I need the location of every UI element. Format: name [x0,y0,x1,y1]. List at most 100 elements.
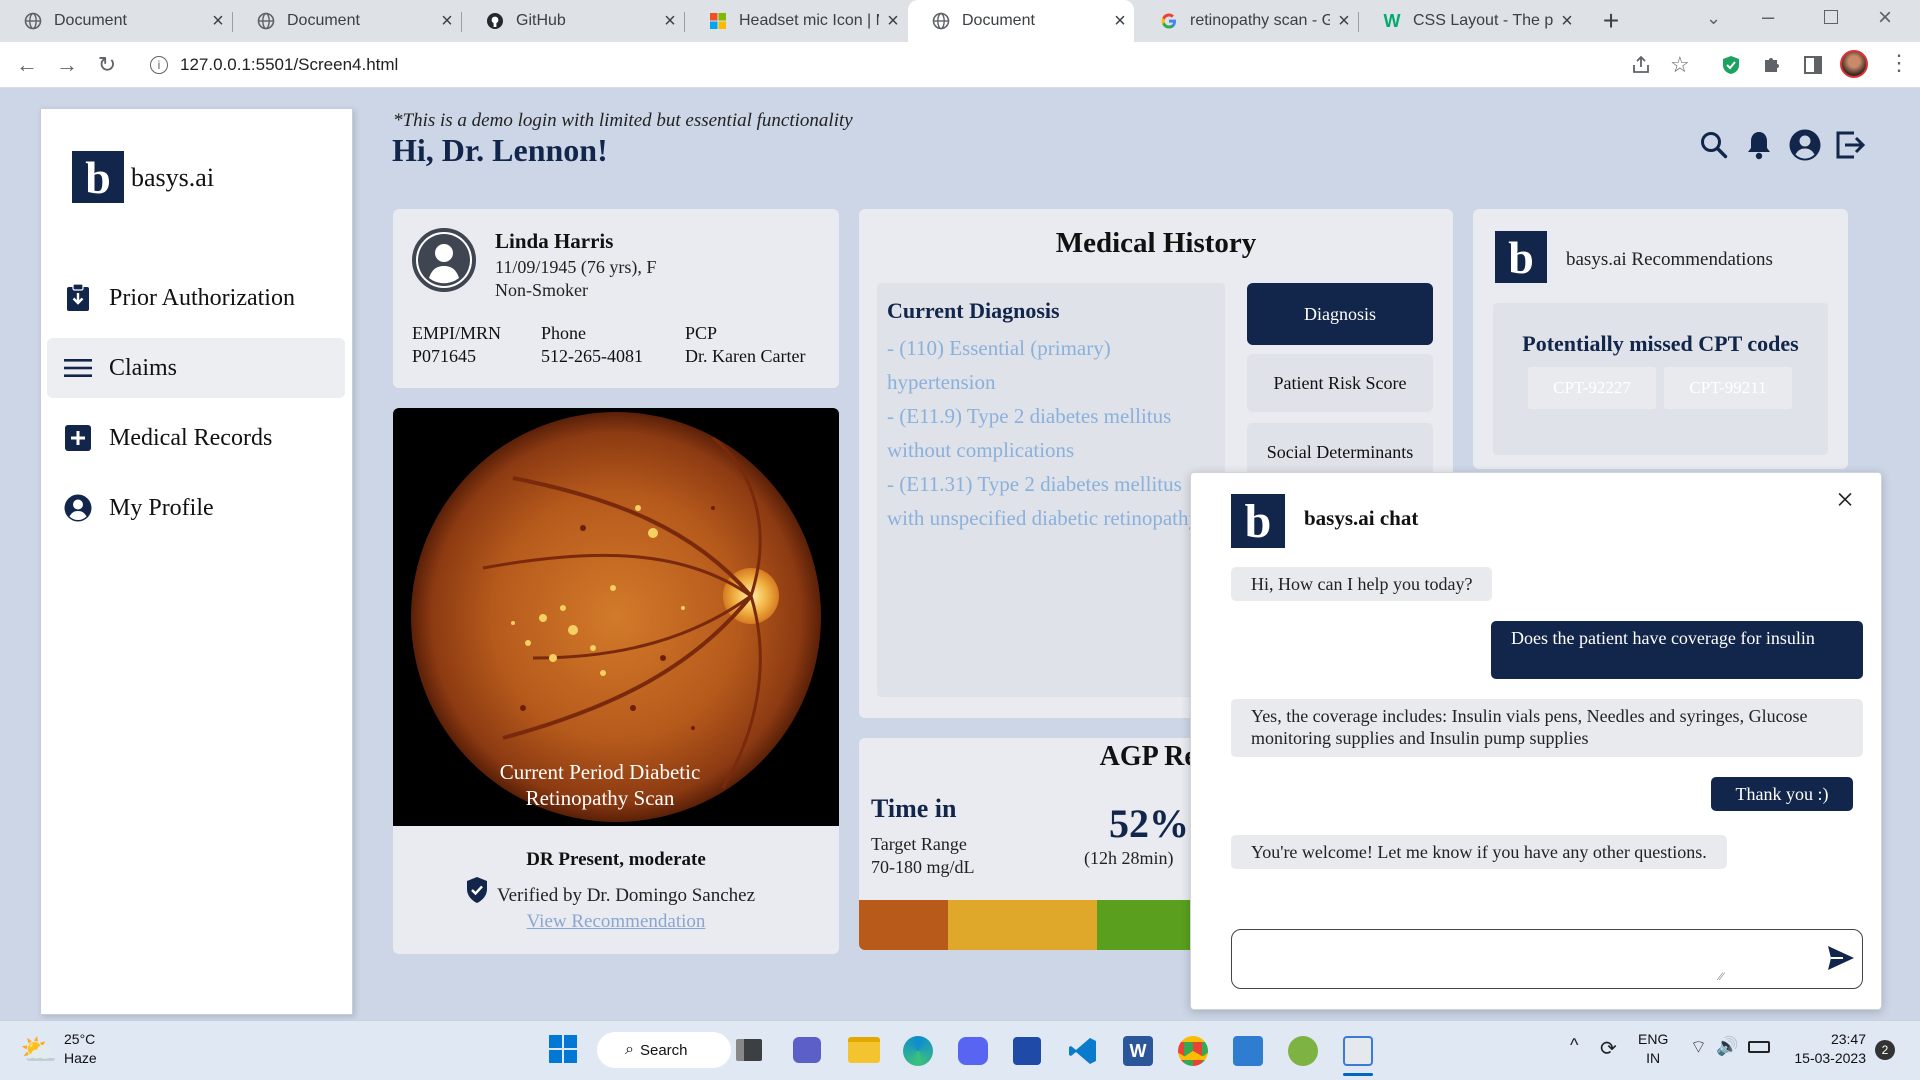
logout-icon[interactable] [1834,130,1866,160]
taskbar-search-box[interactable]: ⌕ Search [597,1032,731,1068]
new-tab-icon[interactable]: + [1596,6,1626,36]
back-icon[interactable]: ← [12,50,42,80]
tab-title: CSS Layout - The posi... [1413,12,1553,29]
scan-caption-line1: Current Period Diabetic [499,760,701,784]
sidebar-item-my-profile[interactable]: My Profile [47,478,345,538]
teams-chat-icon[interactable] [793,1037,821,1063]
language-indicator[interactable]: ENG IN [1638,1030,1668,1068]
reload-icon[interactable]: ↻ [92,50,122,80]
profile-avatar[interactable] [1840,50,1868,78]
taskbar-search-label: Search [639,1041,688,1059]
menu-icon [63,353,93,383]
shield-extension-icon[interactable] [1720,54,1742,76]
patient-smoking-status: Non-Smoker [495,280,588,300]
maximize-icon[interactable] [1824,10,1838,24]
tab-patient-risk-score[interactable]: Patient Risk Score [1247,354,1433,412]
phone-value: 512-265-4081 [541,346,643,366]
chrome-icon[interactable] [1178,1036,1208,1066]
info-icon[interactable]: i [150,56,168,74]
pcp-value: Dr. Karen Carter [685,346,806,366]
edge-browser-icon[interactable] [903,1036,933,1066]
agp-range-value: 70-180 mg/dL [871,857,975,877]
browser-tab[interactable]: Headset mic Icon | M... × [685,0,907,42]
task-view-icon[interactable] [736,1039,762,1061]
windows-start-icon[interactable] [548,1034,578,1064]
puzzle-extensions-icon[interactable] [1762,54,1782,74]
page-title: Hi, Dr. Lennon! [392,132,608,168]
snipping-tool-icon[interactable] [1343,1036,1373,1066]
bell-icon[interactable] [1746,130,1772,160]
current-diagnosis-heading: Current Diagnosis [887,298,1060,323]
tab-title: Document [54,12,127,29]
volume-icon[interactable]: 🔊 [1716,1036,1738,1057]
side-panel-icon[interactable] [1804,56,1822,74]
sync-icon[interactable]: ⟳ [1600,1036,1617,1061]
brand-logo: b [72,151,124,203]
browser-tab[interactable]: Document × [233,0,461,42]
medical-history-title: Medical History [1055,227,1257,259]
chat-message-user: Does the patient have coverage for insul… [1491,621,1863,679]
recommendations-card: b basys.ai Recommendations Potentially m… [1473,209,1848,469]
store-icon[interactable] [1013,1037,1041,1065]
chat-input[interactable] [1231,929,1863,989]
search-icon[interactable] [1700,131,1728,159]
vscode-icon[interactable] [1068,1036,1098,1066]
close-tab-icon[interactable]: × [879,10,907,33]
sidebar-item-prior-authorization[interactable]: Prior Authorization [47,268,345,328]
photos-icon[interactable] [1233,1036,1263,1066]
tab-search-chevron-icon[interactable]: ⌄ [1706,8,1721,29]
close-tab-icon[interactable]: × [656,10,684,33]
sidebar-item-medical-records[interactable]: Medical Records [47,408,345,468]
chat-logo: b [1231,494,1285,548]
send-icon[interactable] [1827,945,1855,971]
minimize-icon[interactable]: – [1762,4,1774,30]
word-icon[interactable]: W [1123,1036,1153,1066]
resize-handle-icon[interactable]: ⁄⁄ [1719,969,1723,984]
browser-tab-active[interactable]: Document × [908,0,1134,42]
wifi-icon[interactable]: ⌔ [1690,1036,1707,1059]
app-icon[interactable] [1288,1036,1318,1066]
close-tab-icon[interactable]: × [1553,10,1581,33]
patient-name: Linda Harris [495,229,614,253]
close-tab-icon[interactable]: × [1330,10,1358,33]
bookmark-star-icon[interactable]: ☆ [1670,52,1690,78]
browser-tab[interactable]: Document × [0,0,232,42]
chat-close-icon[interactable]: × [1836,483,1854,515]
view-recommendation-link[interactable]: View Recommendation [393,911,839,933]
tab-diagnosis[interactable]: Diagnosis [1247,283,1433,345]
diagnosis-list: - (110) Essential (primary) hypertension… [887,331,1207,535]
close-tab-icon[interactable]: × [1106,10,1134,33]
share-icon[interactable] [1630,54,1652,76]
file-explorer-icon[interactable] [848,1037,880,1063]
sidebar-item-claims[interactable]: Claims [47,338,345,398]
close-tab-icon[interactable]: × [204,10,232,33]
cpt-code-chip[interactable]: CPT-92227 [1528,367,1656,409]
browser-tab[interactable]: GitHub × [462,0,684,42]
w3schools-icon: W [1383,10,1401,31]
brand-logo: b [1495,231,1547,283]
window-close-icon[interactable]: × [1878,4,1892,32]
browser-tab[interactable]: retinopathy scan - Go... × [1136,0,1358,42]
sidebar-item-label: Claims [109,354,178,381]
sidebar-item-label: Prior Authorization [109,284,295,311]
chat-title: basys.ai chat [1304,506,1419,530]
browser-menu-icon[interactable]: ⋮ [1888,50,1910,76]
forward-icon[interactable]: → [52,50,82,80]
sidebar-item-label: Medical Records [109,424,273,451]
browser-tab[interactable]: W CSS Layout - The posi... × [1359,0,1581,42]
brand-name: basys.ai [131,163,215,192]
close-tab-icon[interactable]: × [433,10,461,33]
account-circle-icon[interactable] [1789,129,1821,161]
discord-icon[interactable] [958,1037,988,1065]
clock-time: 23:47 [1830,1031,1866,1047]
chat-message-user: Thank you :) [1711,777,1853,811]
address-bar[interactable]: i 127.0.0.1:5501/Screen4.html [136,47,1636,83]
weather-widget[interactable]: 25°C Haze [64,1030,97,1068]
show-hidden-icons-chevron[interactable]: ^ [1570,1035,1578,1056]
notification-badge[interactable]: 2 [1875,1040,1895,1060]
clock[interactable]: 23:47 15-03-2023 [1786,1030,1866,1068]
clipboard-download-icon [63,283,93,313]
battery-icon[interactable] [1748,1041,1770,1053]
chat-message-bot: Yes, the coverage includes: Insulin vial… [1231,699,1863,757]
cpt-code-chip[interactable]: CPT-99211 [1664,367,1792,409]
